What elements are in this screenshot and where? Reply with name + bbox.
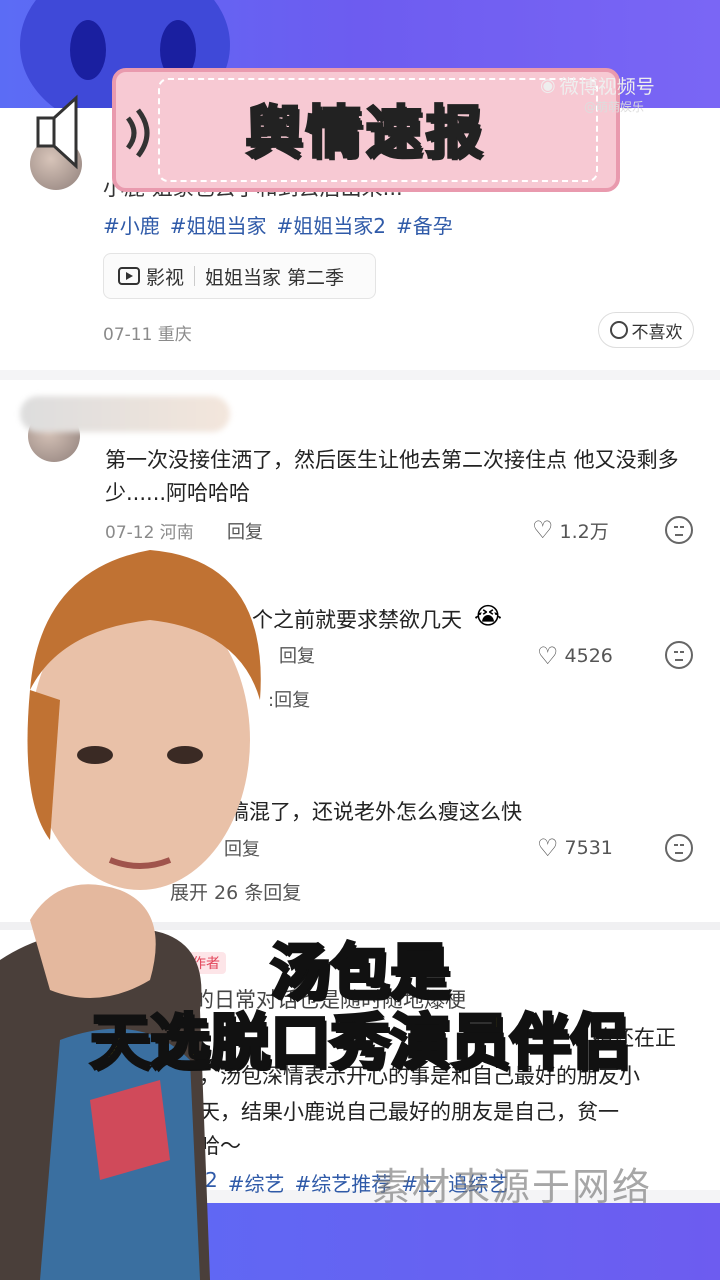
- like-button[interactable]: ♡ 7531: [537, 834, 613, 862]
- dislike-face-icon[interactable]: [665, 641, 693, 669]
- like-count: 1.2万: [559, 520, 609, 543]
- caption-line-2: 天选脱口秀演员伴侣: [89, 1007, 632, 1080]
- hashtag-link[interactable]: #小鹿: [103, 210, 160, 239]
- presenter-figure: [0, 550, 261, 1280]
- like-count: 7531: [564, 837, 613, 859]
- crying-emoji-icon: 😭: [474, 602, 503, 630]
- video-collection-chip[interactable]: 影视 姐姐当家 第二季: [103, 253, 376, 299]
- heart-icon: ♡: [537, 642, 559, 670]
- speaker-icon: [36, 94, 78, 170]
- heart-icon: ♡: [532, 516, 554, 544]
- weibo-logo: ◉ 微博视频号: [540, 72, 655, 99]
- comment-username-blurred: [20, 396, 230, 432]
- like-button[interactable]: ♡ 1.2万: [532, 516, 609, 544]
- hashtag-link[interactable]: #备孕: [396, 210, 453, 239]
- dislike-label: 不喜欢: [631, 322, 683, 343]
- like-button[interactable]: ♡ 4526: [537, 642, 613, 670]
- source-watermark: 素材来源于网络: [372, 1165, 653, 1209]
- weibo-account: @萌萌娱乐: [584, 100, 645, 114]
- dislike-face-icon[interactable]: [665, 834, 693, 862]
- face-icon: [609, 321, 628, 339]
- dislike-button[interactable]: 不喜欢: [598, 312, 694, 348]
- sound-wave-icon: [125, 108, 150, 158]
- divider: [194, 266, 196, 286]
- background-blob: [70, 20, 106, 80]
- like-count: 4526: [564, 645, 613, 667]
- chip-category: 影视: [146, 266, 185, 289]
- play-icon: [118, 267, 140, 285]
- hashtag-link[interactable]: #姐姐当家2: [277, 210, 386, 239]
- hashtag-link[interactable]: #姐姐当家: [170, 210, 267, 239]
- weibo-icon: ◉: [540, 75, 556, 96]
- chip-title: 姐姐当家 第二季: [205, 266, 345, 289]
- banner-title: 舆情速报: [245, 100, 486, 168]
- weibo-label: 微博视频号: [559, 76, 655, 98]
- comment-text: 第一次没接住洒了，然后医生让他去第二次接住点 他又没剩多少......阿哈哈哈: [105, 448, 679, 505]
- dislike-face-icon[interactable]: [665, 516, 693, 544]
- post-date-location: 07-11 重庆: [103, 325, 192, 345]
- post-tags: #小鹿 #姐姐当家 #姐姐当家2 #备孕: [103, 210, 463, 239]
- heart-icon: ♡: [537, 834, 559, 862]
